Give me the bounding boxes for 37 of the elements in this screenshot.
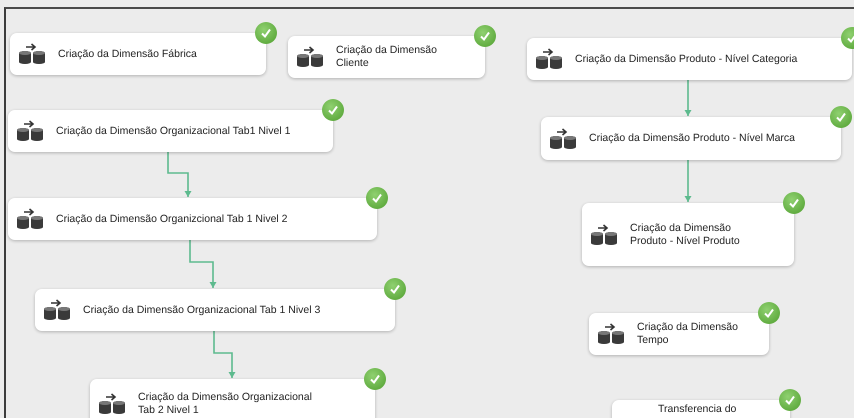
task-node[interactable]: Criação da Dimensão Produto - Nível Categoria xyxy=(527,38,852,80)
database-transfer-icon xyxy=(296,46,324,68)
database-transfer-icon xyxy=(590,224,618,246)
task-label: Transferencia do xyxy=(658,403,736,416)
connector-arrow xyxy=(684,80,692,116)
task-node[interactable]: Criação da Dimensão Organizacional Tab1 Nivel 1 xyxy=(8,110,333,152)
database-transfer-icon xyxy=(16,208,44,230)
task-node[interactable]: Criação da Dimensão Organizacional Tab 2 Nivel 1 xyxy=(90,379,375,418)
database-transfer-icon xyxy=(549,128,577,150)
task-node[interactable]: Criação da Dimensão Tempo xyxy=(589,313,769,355)
task-node[interactable]: Criação da Dimensão Produto - Nível Produto xyxy=(582,203,794,266)
database-transfer-icon xyxy=(535,48,563,70)
task-node[interactable]: Criação da Dimensão Produto - Nível Marca xyxy=(541,117,841,160)
task-node[interactable]: Criação da Dimensão Organizcional Tab 1 Nivel 2 xyxy=(8,198,377,240)
connector-arrow xyxy=(684,160,692,202)
task-label: Criação da Dimensão Cliente xyxy=(336,44,438,70)
task-node[interactable]: Transferencia do xyxy=(612,400,790,418)
database-transfer-icon xyxy=(18,43,46,65)
task-label: Criação da Dimensão Organizacional Tab 1 Nivel 3 xyxy=(83,304,320,316)
task-node[interactable]: Criação da Dimensão Cliente xyxy=(288,36,485,78)
database-transfer-icon xyxy=(98,393,126,415)
task-label: Criação da Dimensão Produto - Nível Categoria xyxy=(575,52,798,66)
task-label: Criação da Dimensão Organizcional Tab 1 Nivel 2 xyxy=(56,212,288,226)
task-label: Criação da Dimensão Produto - Nível Produto xyxy=(630,222,741,248)
task-label: Criação da Dimensão Fábrica xyxy=(58,48,197,60)
connector-arrow xyxy=(189,240,216,288)
database-transfer-icon xyxy=(16,120,44,142)
task-label: Criação da Dimensão Tempo xyxy=(637,321,739,347)
task-node[interactable]: Criação da Dimensão Fábrica xyxy=(10,33,266,75)
connector-arrow xyxy=(213,331,236,378)
task-label: Criação da Dimensão Organizacional Tab1 Nivel 1 xyxy=(56,124,290,138)
task-node[interactable]: Criação da Dimensão Organizacional Tab 1 Nivel 3 xyxy=(35,289,395,331)
connector-arrow xyxy=(167,152,192,197)
task-label: Criação da Dimensão Produto - Nível Marca xyxy=(589,132,796,145)
database-transfer-icon xyxy=(43,299,71,321)
task-label: Criação da Dimensão Organizacional Tab 2 Nivel 1 xyxy=(138,391,313,417)
database-transfer-icon xyxy=(597,323,625,345)
